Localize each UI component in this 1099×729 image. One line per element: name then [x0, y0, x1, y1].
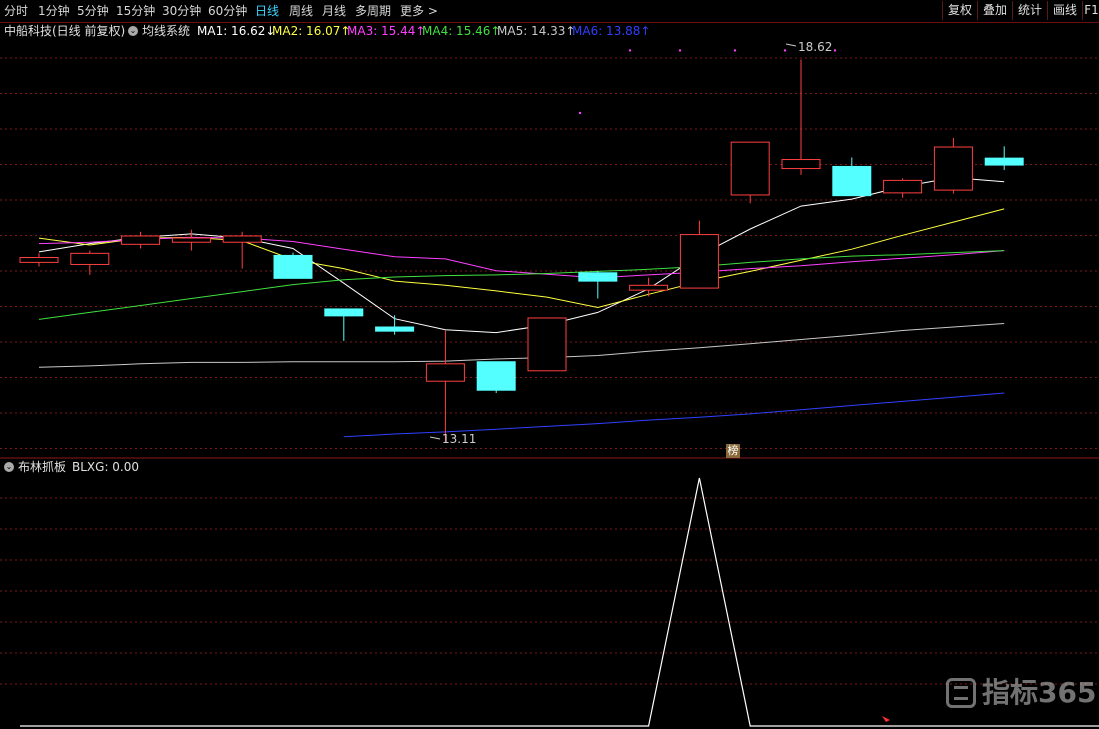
candle-up — [883, 179, 923, 194]
candle-down — [984, 157, 1024, 166]
cursor-arrow-icon — [882, 716, 890, 722]
ma-dot — [733, 49, 737, 52]
candle-down — [324, 308, 364, 317]
ma6-line — [343, 392, 1005, 438]
zb365-logo-icon — [946, 678, 976, 708]
candle-up — [121, 235, 161, 245]
ma-dot — [833, 49, 837, 52]
moving-average-lines — [38, 177, 1005, 438]
blxg-value: BLXG: 0.00 — [72, 460, 140, 474]
candle-up — [527, 317, 567, 372]
kline-chart[interactable]: 18.62 13.11 — [0, 0, 1099, 729]
sub-grid-lines — [0, 497, 1099, 685]
candle-up — [171, 237, 211, 243]
ma1-line — [38, 177, 1005, 334]
candle-up — [425, 363, 465, 382]
candle-down — [273, 254, 313, 279]
ma-dot — [578, 111, 582, 115]
candle-up — [730, 141, 770, 196]
candle-down — [476, 361, 516, 391]
candle-up — [222, 235, 262, 243]
candle-up — [933, 146, 973, 191]
candle-up — [781, 159, 821, 170]
sub-indicator-menu-icon[interactable]: ⌄ — [4, 462, 14, 472]
ma-dot — [678, 49, 682, 52]
candle-down — [375, 326, 415, 332]
low-price-label: 13.11 — [442, 432, 476, 446]
high-price-label: 18.62 — [798, 40, 832, 54]
blxg-line — [20, 477, 1099, 727]
ma2-line — [38, 208, 1005, 309]
ma-dot — [783, 49, 787, 52]
sub-indicator-name[interactable]: 布林抓板 — [18, 459, 66, 475]
candle-up — [19, 257, 59, 263]
watermark-text: 指标365 — [982, 676, 1097, 709]
candle-down — [832, 165, 872, 197]
candle-up — [70, 252, 110, 265]
ma-dot — [628, 49, 632, 52]
sub-info-bar: ⌄ 布林抓板 BLXG: 0.00 — [0, 459, 1099, 475]
ma-dots — [578, 49, 837, 115]
bang-badge[interactable]: 榜 — [726, 444, 740, 458]
candle-up — [629, 284, 669, 291]
candle-down — [578, 272, 618, 282]
ma5-line — [38, 323, 1005, 368]
ma3-line — [38, 236, 1005, 279]
candlesticks — [19, 59, 1024, 443]
candle-up — [679, 234, 719, 289]
